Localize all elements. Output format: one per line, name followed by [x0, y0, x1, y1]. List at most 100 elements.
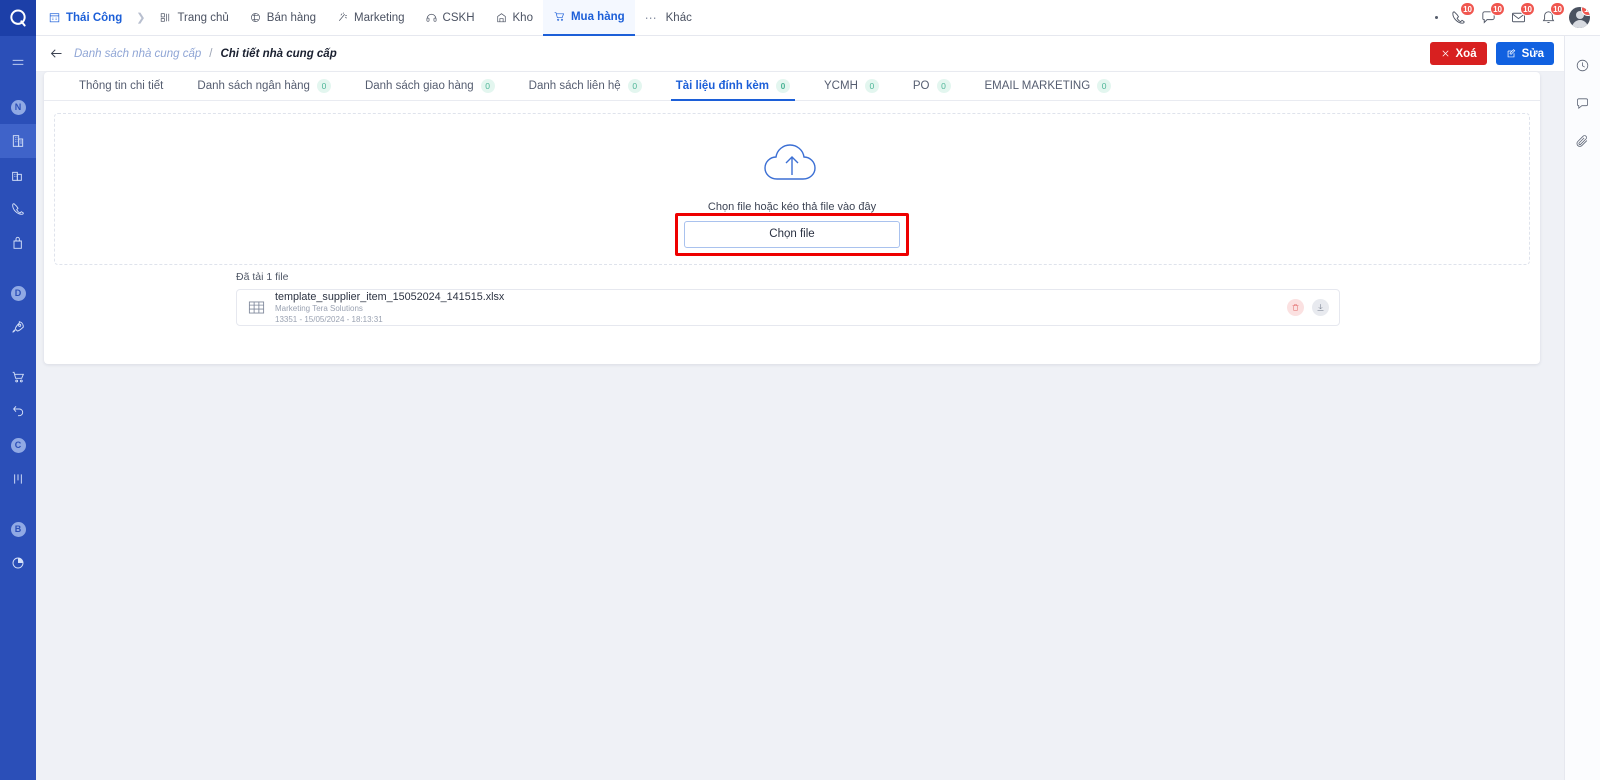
nav-label: Mua hàng: [570, 10, 625, 23]
breadcrumb-separator: /: [209, 47, 213, 60]
choose-file-button[interactable]: Chọn file: [684, 220, 900, 248]
nav-label: Bán hàng: [266, 11, 317, 24]
chat-icon[interactable]: 10: [1479, 2, 1505, 27]
phone-badge: 10: [1460, 2, 1475, 16]
nav-label: Kho: [512, 11, 533, 24]
bell-icon[interactable]: 10: [1539, 2, 1565, 27]
rail-item-b[interactable]: B: [0, 512, 36, 546]
tab-badge: 0: [480, 79, 495, 93]
spreadsheet-file-icon: [247, 298, 267, 318]
comment-icon[interactable]: [1572, 92, 1594, 114]
rail-item-bag[interactable]: [0, 226, 36, 260]
nav-item-home[interactable]: Trang chủ: [149, 0, 238, 36]
avatar[interactable]: 10: [1569, 7, 1590, 28]
rail-item-company[interactable]: [0, 124, 36, 158]
letter-b-icon: B: [10, 521, 26, 537]
header-actions: Xoá Sửa: [1429, 42, 1554, 65]
nav-brand[interactable]: Thái Công: [36, 0, 132, 36]
nav-item-marketing[interactable]: Marketing: [326, 0, 415, 36]
app-logo-icon[interactable]: [0, 0, 36, 36]
rail-item-c[interactable]: C: [0, 428, 36, 462]
avatar-body: [1571, 20, 1588, 28]
tab-badge: 0: [936, 79, 951, 93]
tab-label: Thông tin chi tiết: [79, 80, 164, 92]
tab-label: Danh sách ngân hàng: [197, 80, 310, 92]
back-arrow-icon[interactable]: [44, 42, 68, 66]
list-item[interactable]: template_supplier_item_15052024_141515.x…: [236, 289, 1340, 326]
letter-c-icon: C: [10, 437, 26, 453]
breadcrumb-parent-link[interactable]: Danh sách nhà cung cấp: [74, 48, 201, 60]
topbar-actions: 10 10 10 10 10: [1435, 2, 1600, 28]
menu-icon[interactable]: [0, 46, 36, 80]
nav-brand-label: Thái Công: [66, 11, 123, 24]
rail-item-d[interactable]: D: [0, 276, 36, 310]
nav-label: Khác: [665, 11, 692, 24]
tab-thong-tin-chi-tiet[interactable]: Thông tin chi tiết: [62, 72, 180, 100]
uploaded-count-label: Đã tải 1 file: [236, 271, 289, 283]
left-sidebar: N D C B: [0, 0, 36, 780]
tab-tai-lieu-dinh-kem[interactable]: Tài liệu đính kèm 0: [659, 72, 807, 101]
letter-d-icon: D: [10, 285, 26, 301]
tab-danh-sach-giao-hang[interactable]: Danh sách giao hàng 0: [348, 72, 512, 100]
trash-icon[interactable]: [1287, 299, 1304, 316]
nav-label: Trang chủ: [177, 11, 229, 24]
nav-item-cskh[interactable]: CSKH: [415, 0, 485, 36]
tab-badge: 0: [776, 79, 791, 93]
tab-label: YCMH: [824, 80, 858, 92]
nav-item-purchasing[interactable]: Mua hàng: [542, 0, 635, 36]
tab-email-marketing[interactable]: EMAIL MARKETING 0: [968, 72, 1129, 100]
rail-item-columns[interactable]: [0, 462, 36, 496]
nav-item-other[interactable]: ⋯ Khác: [635, 0, 702, 36]
file-actions: [1287, 299, 1329, 316]
mail-icon[interactable]: 10: [1509, 2, 1535, 27]
bell-badge: 10: [1550, 2, 1565, 16]
nav-label: CSKH: [442, 11, 475, 24]
page-header: Danh sách nhà cung cấp / Chi tiết nhà cu…: [36, 36, 1564, 72]
choose-file-label: Chọn file: [769, 228, 815, 240]
tab-label: PO: [912, 80, 930, 92]
rail-item-pie[interactable]: [0, 546, 36, 580]
nav-item-sales[interactable]: Bán hàng: [239, 0, 326, 36]
pencil-edit-icon: [1507, 49, 1515, 58]
status-dot-icon: [1435, 16, 1438, 19]
rail-item-cart[interactable]: [0, 360, 36, 394]
rail-item-n[interactable]: N: [0, 90, 36, 124]
file-dropzone[interactable]: Chọn file hoặc kéo thả file vào đây Chọn…: [54, 113, 1530, 265]
rail-item-undo[interactable]: [0, 394, 36, 428]
rail-item-rocket[interactable]: [0, 310, 36, 344]
nav-label: Marketing: [354, 11, 405, 24]
nav-chevron-right-icon: ❯: [136, 12, 146, 24]
tab-po[interactable]: PO 0: [896, 72, 968, 100]
tab-badge: 0: [627, 79, 642, 93]
top-navigation-bar: Thái Công ❯ Trang chủ Bán hàng Marketing…: [36, 0, 1600, 36]
tab-label: EMAIL MARKETING: [984, 80, 1091, 92]
phone-icon[interactable]: 10: [1449, 2, 1475, 27]
tab-ycmh[interactable]: YCMH 0: [807, 72, 896, 100]
grid-icon: [161, 13, 170, 22]
download-icon[interactable]: [1312, 299, 1329, 316]
delete-button[interactable]: Xoá: [1429, 42, 1487, 65]
paperclip-icon[interactable]: [1572, 130, 1594, 152]
warehouse-icon: [496, 13, 506, 23]
file-owner: Marketing Tera Solutions: [275, 303, 363, 313]
tab-label: Danh sách liên hệ: [528, 80, 621, 92]
tab-bar: Thông tin chi tiết Danh sách ngân hàng 0…: [44, 72, 1540, 101]
file-name: template_supplier_item_15052024_141515.x…: [275, 290, 505, 303]
tab-label: Tài liệu đính kèm: [675, 80, 770, 92]
building-icon: [49, 13, 60, 23]
breadcrumb-current: Chi tiết nhà cung cấp: [220, 47, 337, 60]
edit-button[interactable]: Sửa: [1495, 42, 1554, 65]
cloud-upload-icon: [759, 135, 825, 192]
mail-badge: 10: [1520, 2, 1535, 16]
history-clock-icon[interactable]: [1572, 54, 1594, 76]
right-sidebar: [1564, 36, 1600, 780]
tab-label: Danh sách giao hàng: [364, 80, 474, 92]
cart-icon: [554, 12, 565, 21]
delete-button-label: Xoá: [1455, 47, 1477, 60]
file-timestamp: 13351 - 15/05/2024 - 18:13:31: [275, 314, 383, 324]
rail-item-call[interactable]: [0, 192, 36, 226]
tab-danh-sach-ngan-hang[interactable]: Danh sách ngân hàng 0: [180, 72, 348, 100]
tab-danh-sach-lien-he[interactable]: Danh sách liên hệ 0: [512, 72, 659, 100]
nav-item-warehouse[interactable]: Kho: [485, 0, 543, 36]
rail-item-report[interactable]: [0, 158, 36, 192]
